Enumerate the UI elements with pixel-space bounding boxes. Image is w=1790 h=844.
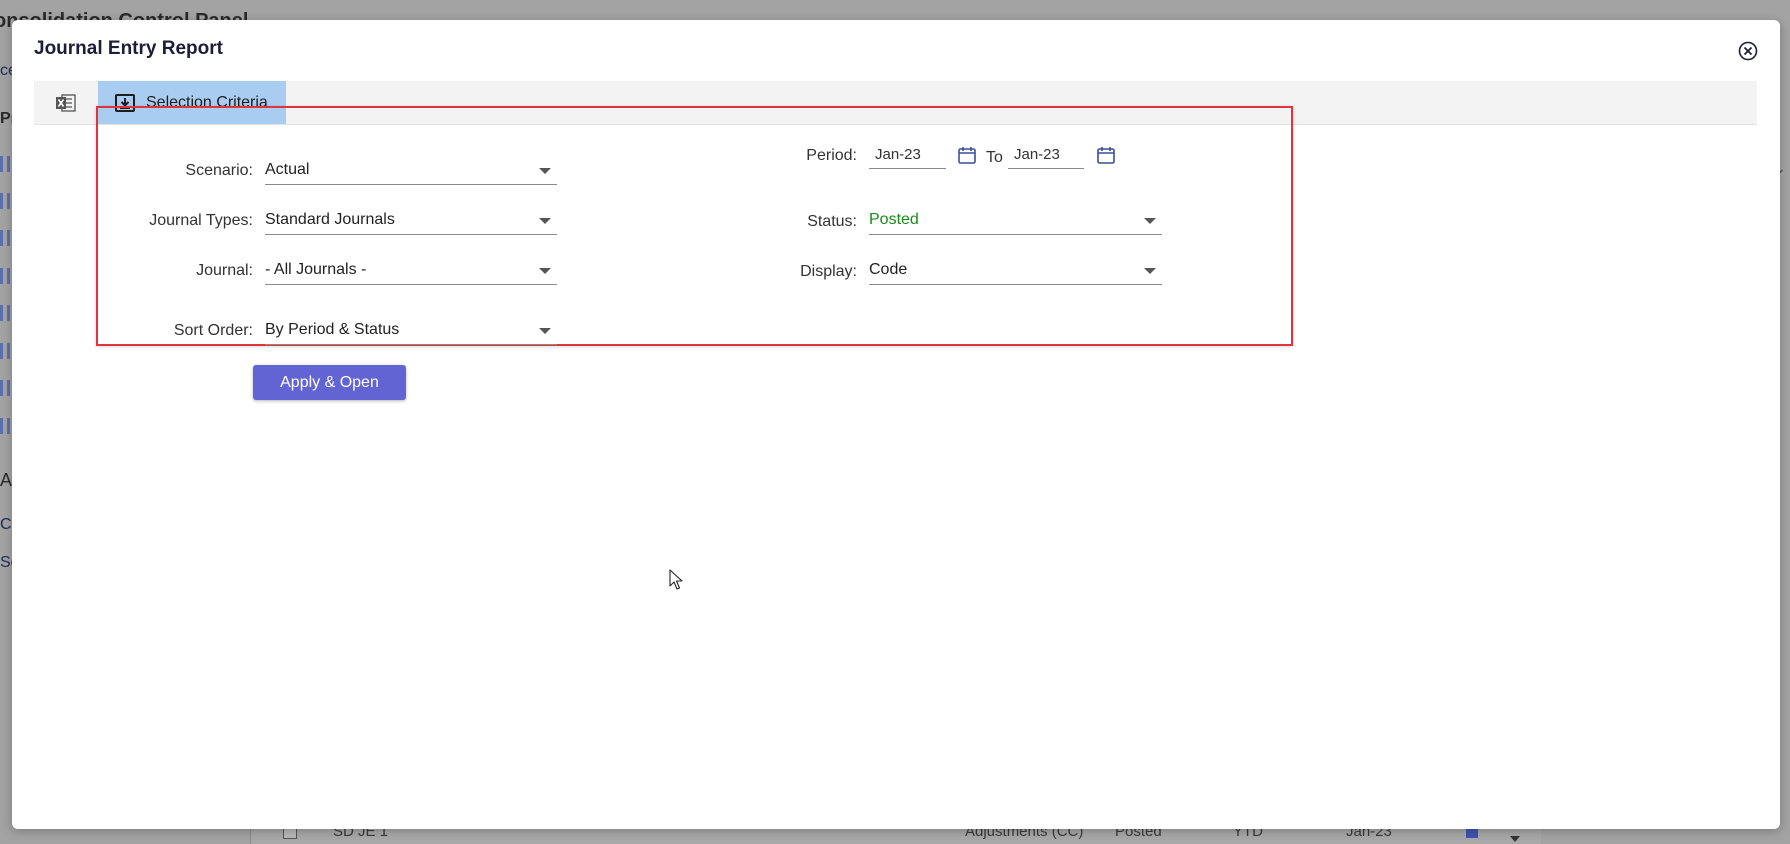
- journal-label: Journal:: [196, 262, 253, 279]
- background-pill: [0, 380, 10, 396]
- background-pill: [0, 343, 10, 359]
- display-select[interactable]: Code: [869, 258, 1162, 285]
- background-pill: [0, 268, 10, 284]
- chevron-down-icon: [539, 168, 551, 174]
- chevron-down-icon: [1144, 268, 1156, 274]
- apply-and-open-button[interactable]: Apply & Open: [253, 365, 406, 400]
- sort-order-label: Sort Order:: [173, 322, 253, 339]
- journal-value: - All Journals -: [265, 261, 367, 278]
- scenario-value: Actual: [265, 161, 310, 178]
- status-value: Posted: [869, 211, 919, 228]
- background-pill: [0, 305, 10, 321]
- background-pill: [0, 230, 10, 246]
- chevron-down-icon: [539, 218, 551, 224]
- background-pill: [0, 418, 10, 434]
- close-icon[interactable]: [1738, 41, 1758, 61]
- display-value: Code: [869, 261, 908, 278]
- chevron-down-icon: [1144, 218, 1156, 224]
- background-row-caret-icon: [1510, 836, 1520, 842]
- status-select[interactable]: Posted: [869, 208, 1162, 235]
- period-label: Period:: [806, 147, 857, 164]
- period-from-value: Jan-23: [875, 146, 921, 163]
- calendar-icon[interactable]: [1096, 145, 1116, 165]
- period-to-value: Jan-23: [1014, 146, 1060, 163]
- status-label: Status:: [807, 213, 857, 230]
- sort-order-select[interactable]: By Period & Status: [265, 318, 557, 345]
- scenario-label: Scenario:: [185, 162, 253, 179]
- sort-order-value: By Period & Status: [265, 321, 400, 338]
- modal-title: Journal Entry Report: [34, 38, 223, 59]
- chevron-down-icon: [539, 328, 551, 334]
- calendar-icon[interactable]: [957, 145, 977, 165]
- display-label: Display:: [800, 263, 857, 280]
- journal-types-select[interactable]: Standard Journals: [265, 208, 557, 235]
- scenario-select[interactable]: Actual: [265, 158, 557, 185]
- journal-select[interactable]: - All Journals -: [265, 258, 557, 285]
- period-from-input[interactable]: Jan-23: [869, 144, 946, 169]
- mouse-cursor-icon: [669, 569, 683, 590]
- journal-types-value: Standard Journals: [265, 211, 395, 228]
- period-to-label: To: [986, 149, 1003, 166]
- excel-export-icon: [56, 93, 76, 112]
- background-pill: [0, 193, 10, 209]
- tab-excel-export[interactable]: [34, 81, 98, 124]
- journal-types-label: Journal Types:: [149, 212, 253, 229]
- period-to-input[interactable]: Jan-23: [1008, 144, 1084, 169]
- chevron-down-icon: [539, 268, 551, 274]
- background-pill: [0, 156, 10, 172]
